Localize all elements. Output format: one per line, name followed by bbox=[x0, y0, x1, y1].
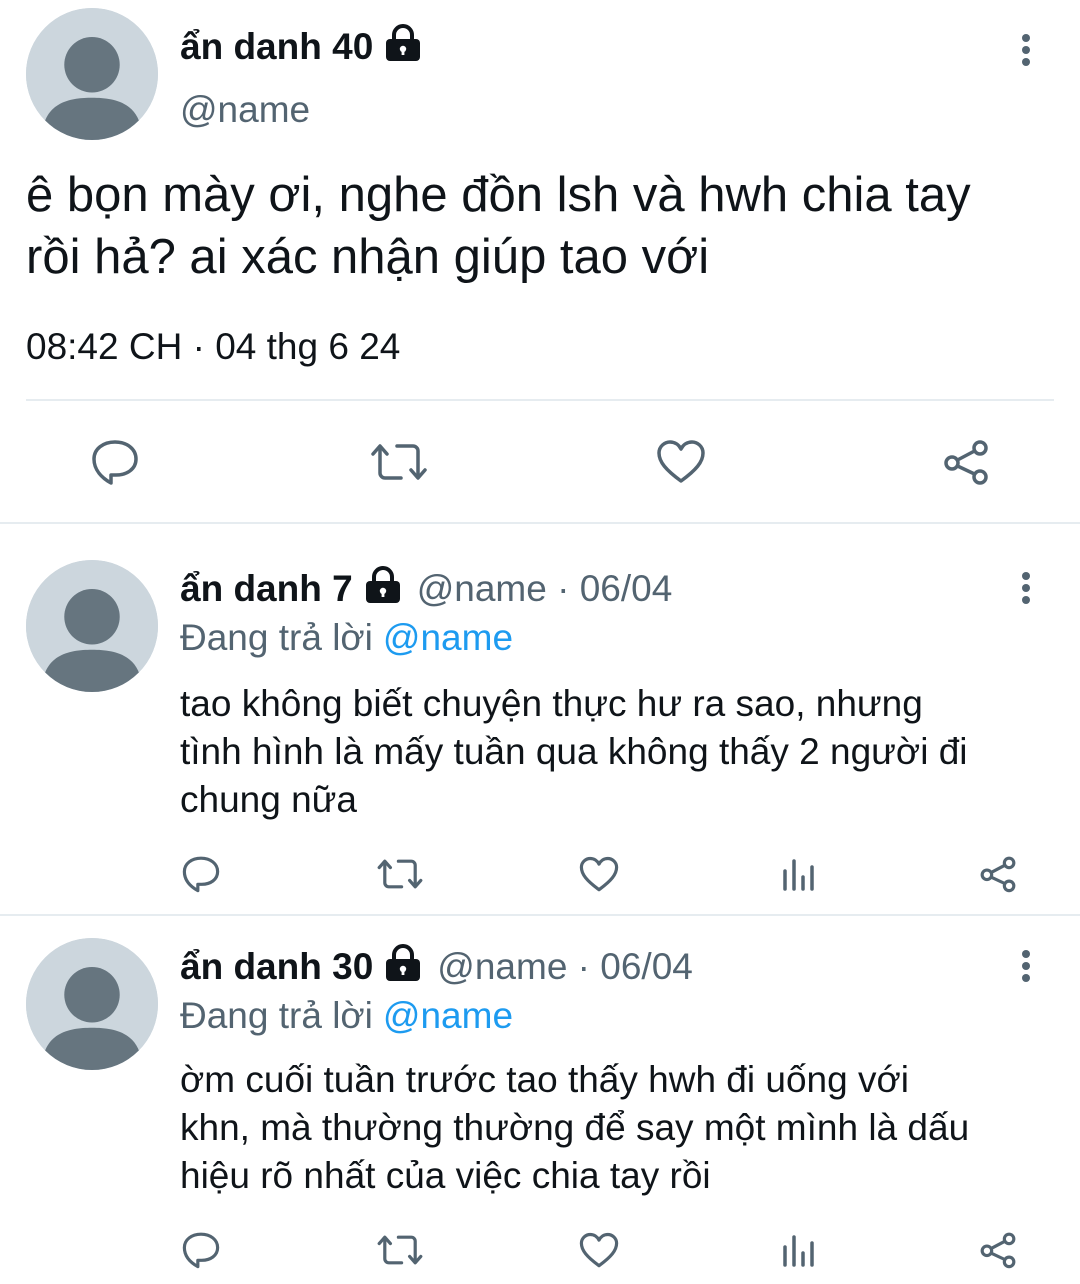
section-divider bbox=[0, 522, 1080, 524]
bar-chart-icon bbox=[783, 859, 814, 891]
reply-button[interactable] bbox=[85, 434, 145, 490]
replying-to-label: Đang trả lời bbox=[180, 617, 373, 658]
divider bbox=[26, 399, 1054, 401]
handle-and-date[interactable]: @name · 06/04 bbox=[437, 946, 693, 988]
heart-icon bbox=[657, 440, 705, 483]
reply-button[interactable] bbox=[178, 852, 224, 896]
avatar[interactable] bbox=[26, 938, 158, 1070]
display-name[interactable]: ẩn danh 30 bbox=[180, 946, 373, 988]
bar-chart-icon bbox=[783, 1235, 814, 1267]
retweet-button[interactable] bbox=[368, 434, 430, 490]
display-name[interactable]: ẩn danh 7 bbox=[180, 568, 353, 610]
avatar[interactable] bbox=[26, 560, 158, 692]
share-icon bbox=[944, 440, 988, 485]
more-vertical-icon bbox=[1022, 950, 1030, 982]
views-button[interactable] bbox=[776, 852, 820, 896]
share-button[interactable] bbox=[975, 1228, 1021, 1272]
reply-text-line: chung nữa bbox=[180, 779, 358, 820]
retweet-button[interactable] bbox=[375, 1228, 425, 1272]
speech-bubble-icon bbox=[182, 1232, 220, 1269]
reply-text-line: tình hình là mấy tuần qua không thấy 2 n… bbox=[180, 731, 968, 772]
share-button[interactable] bbox=[975, 852, 1021, 896]
more-options-button[interactable] bbox=[1011, 946, 1041, 986]
like-button[interactable] bbox=[576, 1228, 622, 1272]
avatar[interactable] bbox=[26, 8, 158, 140]
tweet-text-line: ê bọn mày ơi, nghe đồn lsh và hwh chia t… bbox=[26, 168, 971, 222]
more-options-button[interactable] bbox=[1011, 30, 1041, 70]
more-vertical-icon bbox=[1022, 34, 1030, 66]
user-handle[interactable]: @name bbox=[180, 89, 310, 131]
share-icon bbox=[980, 856, 1016, 893]
replying-to-handle[interactable]: @name bbox=[383, 617, 513, 659]
more-vertical-icon bbox=[1022, 572, 1030, 604]
like-button[interactable] bbox=[576, 852, 622, 896]
tweet-timestamp[interactable]: 08:42 CH · 04 thg 6 24 bbox=[26, 326, 400, 367]
lock-icon bbox=[363, 565, 403, 613]
more-options-button[interactable] bbox=[1011, 568, 1041, 608]
reply-text-line: khn, mà thường thường để say một mình là… bbox=[180, 1107, 970, 1148]
replying-to-handle[interactable]: @name bbox=[383, 995, 513, 1037]
lock-icon bbox=[383, 943, 423, 991]
share-button[interactable] bbox=[938, 434, 994, 490]
display-name[interactable]: ẩn danh 40 bbox=[180, 26, 373, 68]
heart-icon bbox=[579, 856, 619, 891]
reply-text-line: tao không biết chuyện thực hư ra sao, nh… bbox=[180, 683, 923, 724]
speech-bubble-icon bbox=[92, 440, 138, 485]
reply-text-line: ờm cuối tuần trước tao thấy hwh đi uống … bbox=[180, 1059, 909, 1100]
replying-to-label: Đang trả lời bbox=[180, 995, 373, 1036]
speech-bubble-icon bbox=[182, 856, 220, 893]
retweet-icon bbox=[377, 859, 423, 889]
lock-icon bbox=[383, 23, 423, 71]
heart-icon bbox=[579, 1232, 619, 1267]
retweet-button[interactable] bbox=[375, 852, 425, 896]
reply-text-line: hiệu rõ nhất của việc chia tay rồi bbox=[180, 1155, 711, 1196]
views-button[interactable] bbox=[776, 1228, 820, 1272]
share-icon bbox=[980, 1232, 1016, 1269]
tweet-text-line: rồi hả? ai xác nhận giúp tao với bbox=[26, 230, 710, 284]
retweet-icon bbox=[377, 1235, 423, 1265]
like-button[interactable] bbox=[653, 434, 709, 490]
section-divider bbox=[0, 914, 1080, 916]
retweet-icon bbox=[371, 444, 427, 480]
handle-and-date[interactable]: @name · 06/04 bbox=[417, 568, 673, 610]
reply-button[interactable] bbox=[178, 1228, 224, 1272]
